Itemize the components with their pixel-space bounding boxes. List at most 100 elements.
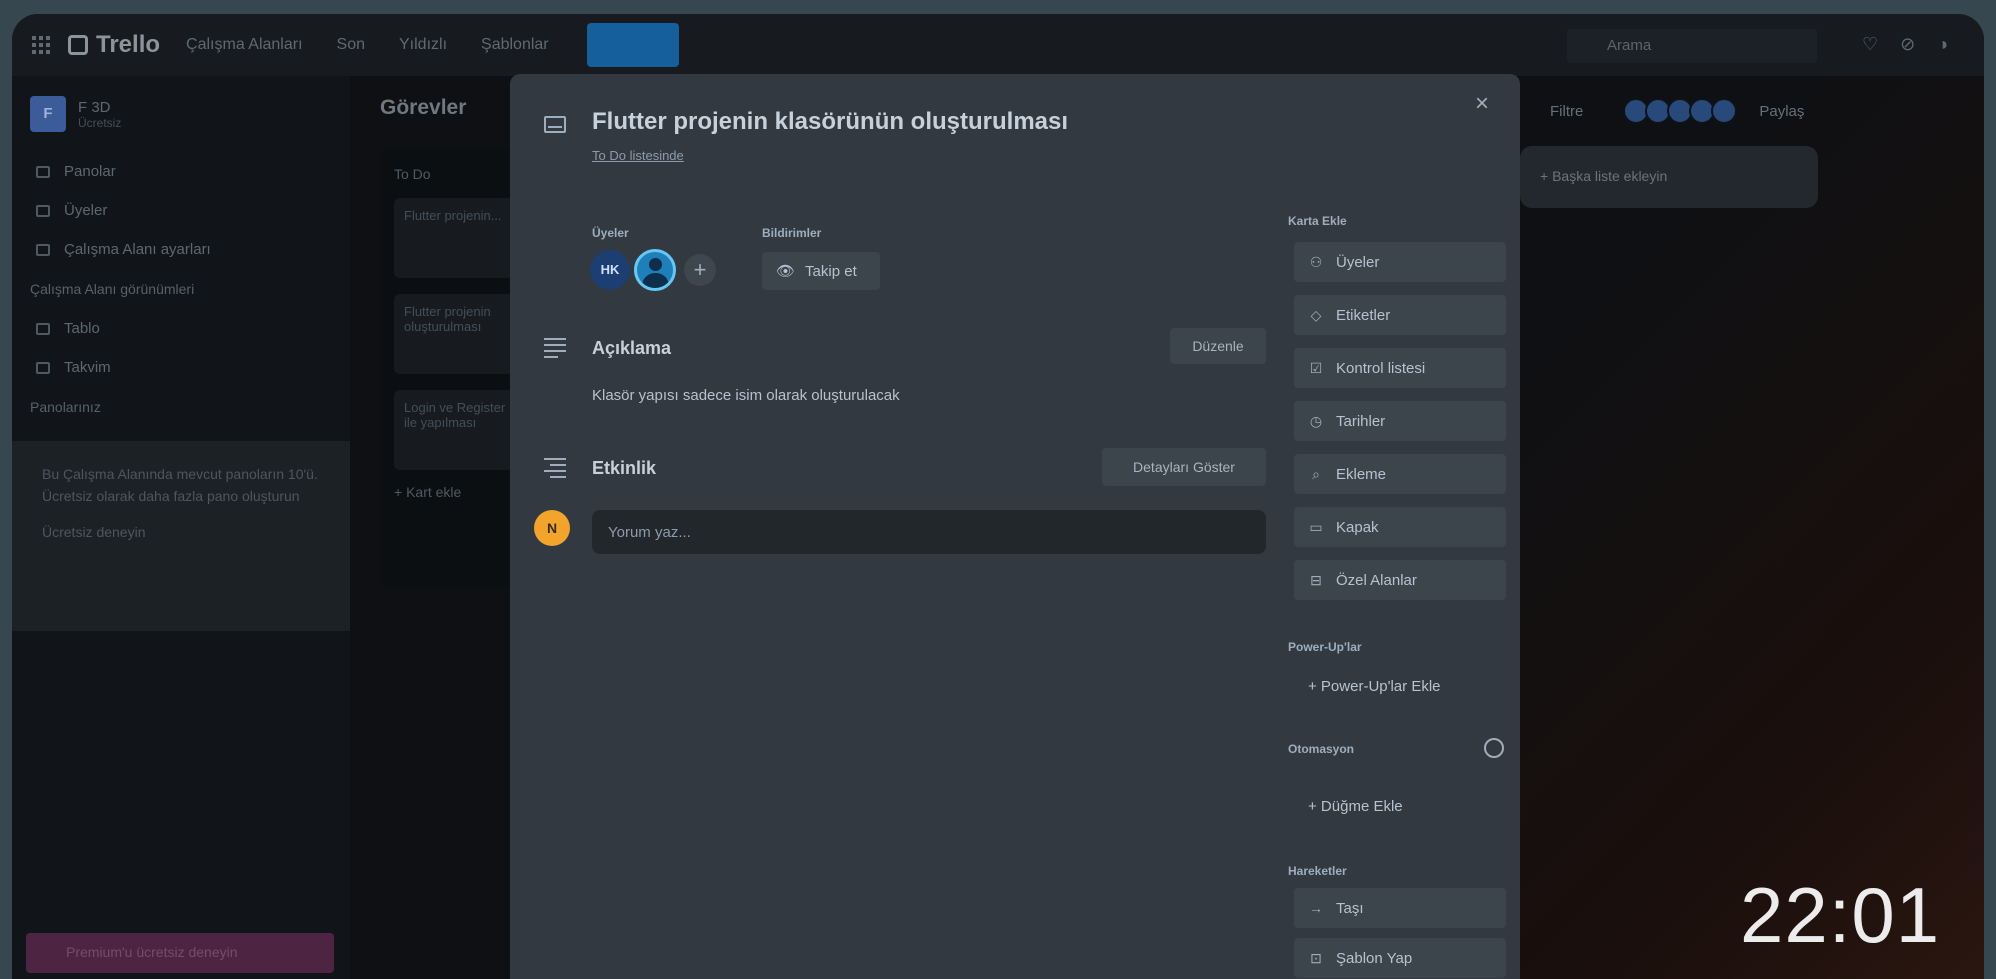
button-label: Kontrol listesi: [1336, 359, 1426, 377]
sidebar-item-settings[interactable]: Çalışma Alanı ayarları: [12, 230, 350, 269]
custom-fields-icon: ⊟: [1310, 571, 1322, 588]
filter-button[interactable]: Filtre: [1550, 103, 1583, 120]
menu-recent[interactable]: Son: [337, 36, 365, 54]
cover-icon: ▭: [1309, 518, 1323, 535]
share-button[interactable]: Paylaş: [1759, 103, 1804, 120]
create-button[interactable]: [586, 23, 679, 67]
search-input[interactable]: Arama: [1567, 29, 1817, 63]
button-label: Tarihler: [1336, 412, 1386, 430]
workspace-avatar: F: [30, 96, 66, 132]
menu-workspaces[interactable]: Çalışma Alanları: [186, 36, 303, 54]
members-icon: [36, 204, 50, 217]
watch-button[interactable]: 👁 Takip et: [762, 252, 880, 290]
actions-label: Hareketler: [1288, 864, 1347, 878]
card-title[interactable]: Flutter projenin klasörünün oluşturulmas…: [592, 108, 1068, 136]
close-icon[interactable]: ×: [1466, 88, 1498, 120]
cover-button[interactable]: ▭ Kapak: [1294, 507, 1506, 547]
paperclip-icon: ⌕: [1312, 465, 1320, 482]
make-template-button[interactable]: ⊡ Şablon Yap: [1294, 938, 1506, 978]
arrow-right-icon: →: [1309, 900, 1323, 916]
calendar-icon: [36, 361, 50, 374]
workspace-sidebar: F F 3D Ücretsiz Panolar Üyeler Çalışma A…: [12, 76, 350, 979]
sidebar-item-boards[interactable]: Panolar: [12, 152, 350, 191]
attachment-button[interactable]: ⌕ Ekleme: [1294, 454, 1506, 494]
list-card[interactable]: Flutter projenin oluşturulması: [394, 294, 516, 374]
upgrade-promo: Bu Çalışma Alanında mevcut panoların 10'…: [12, 441, 350, 631]
workspace-plan: Ücretsiz: [78, 115, 122, 130]
boards-heading: Panolarınız: [30, 399, 101, 415]
sidebar-item-label: Panolar: [64, 163, 116, 180]
info-icon[interactable]: [1484, 738, 1504, 758]
card-detail-modal: × Flutter projenin klasörünün oluşturulm…: [510, 74, 1520, 979]
button-label: Taşı: [1336, 899, 1364, 917]
add-member-button[interactable]: +: [684, 254, 716, 286]
sidebar-item-members[interactable]: Üyeler: [12, 191, 350, 230]
description-text[interactable]: Klasör yapısı sadece isim olarak oluştur…: [592, 387, 900, 404]
video-timestamp: 22:01: [1740, 871, 1941, 959]
add-list-button[interactable]: + Başka liste ekleyin: [1520, 146, 1818, 208]
user-head-shape: [649, 258, 662, 271]
card-icon: [544, 116, 566, 133]
button-label: Etiketler: [1336, 306, 1391, 324]
move-button[interactable]: → Taşı: [1294, 888, 1506, 928]
description-title: Açıklama: [592, 338, 672, 358]
upgrade-link[interactable]: Ücretsiz deneyin: [42, 521, 320, 543]
avatar[interactable]: HK: [590, 250, 630, 290]
sidebar-item-table[interactable]: Tablo: [12, 309, 350, 348]
menu-starred[interactable]: Yıldızlı: [399, 36, 447, 54]
custom-fields-button[interactable]: ⊟ Özel Alanlar: [1294, 560, 1506, 600]
trello-logo[interactable]: Trello: [68, 31, 160, 59]
description-icon: [544, 338, 566, 362]
brand-name: Trello: [96, 31, 161, 58]
theme-icon[interactable]: ◑: [1937, 34, 1948, 55]
app-switcher-icon[interactable]: [32, 36, 50, 54]
sidebar-item-label: Çalışma Alanı ayarları: [64, 241, 211, 258]
help-icon[interactable]: ⊘: [1900, 34, 1915, 55]
list-title[interactable]: To Do: [394, 166, 516, 182]
notification-icon[interactable]: ♡: [1862, 34, 1878, 55]
edit-description-button[interactable]: Düzenle: [1170, 328, 1266, 364]
notifications-label: Bildirimler: [762, 226, 822, 240]
upgrade-text: Bu Çalışma Alanında mevcut panoların 10'…: [42, 466, 318, 504]
trello-logo-icon: [68, 35, 88, 55]
workspace-header: F F 3D Ücretsiz: [12, 76, 350, 152]
board-header-controls: Filtre Paylaş: [1550, 98, 1804, 124]
person-icon: ⚇: [1309, 253, 1323, 270]
button-label: Kapak: [1336, 518, 1379, 536]
add-button-button[interactable]: + Düğme Ekle: [1294, 786, 1506, 826]
tag-icon: ◇: [1310, 306, 1322, 323]
top-right-icons: ♡ ⊘ ◑: [1862, 34, 1948, 55]
card-list-link[interactable]: To Do listesinde: [592, 148, 684, 163]
show-details-button[interactable]: Detayları Göster: [1102, 448, 1266, 486]
board-members[interactable]: [1623, 98, 1738, 124]
sidebar-item-label: Üyeler: [64, 202, 108, 219]
activity-icon: [544, 458, 566, 482]
sidebar-item-calendar[interactable]: Takvim: [12, 348, 350, 387]
watch-label: Takip et: [805, 262, 857, 280]
views-heading: Çalışma Alanı görünümleri: [30, 281, 195, 297]
board-title[interactable]: Görevler: [380, 96, 466, 120]
button-label: Üyeler: [1336, 253, 1380, 271]
app-window: Trello Çalışma Alanları Son Yıldızlı Şab…: [12, 14, 1984, 979]
clock-icon: ◷: [1309, 412, 1323, 429]
labels-button[interactable]: ◇ Etiketler: [1294, 295, 1506, 335]
activity-title: Etkinlik: [592, 458, 657, 478]
premium-trial-button[interactable]: Premium'u ücretsiz deneyin: [26, 933, 334, 973]
button-label: Ekleme: [1336, 465, 1387, 483]
table-icon: [36, 322, 50, 335]
add-powerups-button[interactable]: + Power-Up'lar Ekle: [1294, 666, 1506, 706]
eye-icon: 👁: [776, 263, 796, 280]
comment-input[interactable]: [592, 510, 1266, 554]
add-card-button[interactable]: + Kart ekle: [394, 484, 516, 500]
members-label: Üyeler: [592, 226, 629, 240]
dates-button[interactable]: ◷ Tarihler: [1294, 401, 1506, 441]
members-button[interactable]: ⚇ Üyeler: [1294, 242, 1506, 282]
template-icon: ⊡: [1310, 949, 1322, 966]
list-card[interactable]: Login ve Register ile yapılması: [394, 390, 516, 470]
checklist-button[interactable]: ☑ Kontrol listesi: [1294, 348, 1506, 388]
avatar[interactable]: [634, 249, 676, 291]
user-body-shape: [642, 273, 669, 288]
list-card[interactable]: Flutter projenin...: [394, 198, 516, 278]
menu-templates[interactable]: Şablonlar: [481, 36, 549, 54]
avatar: N: [534, 510, 570, 546]
